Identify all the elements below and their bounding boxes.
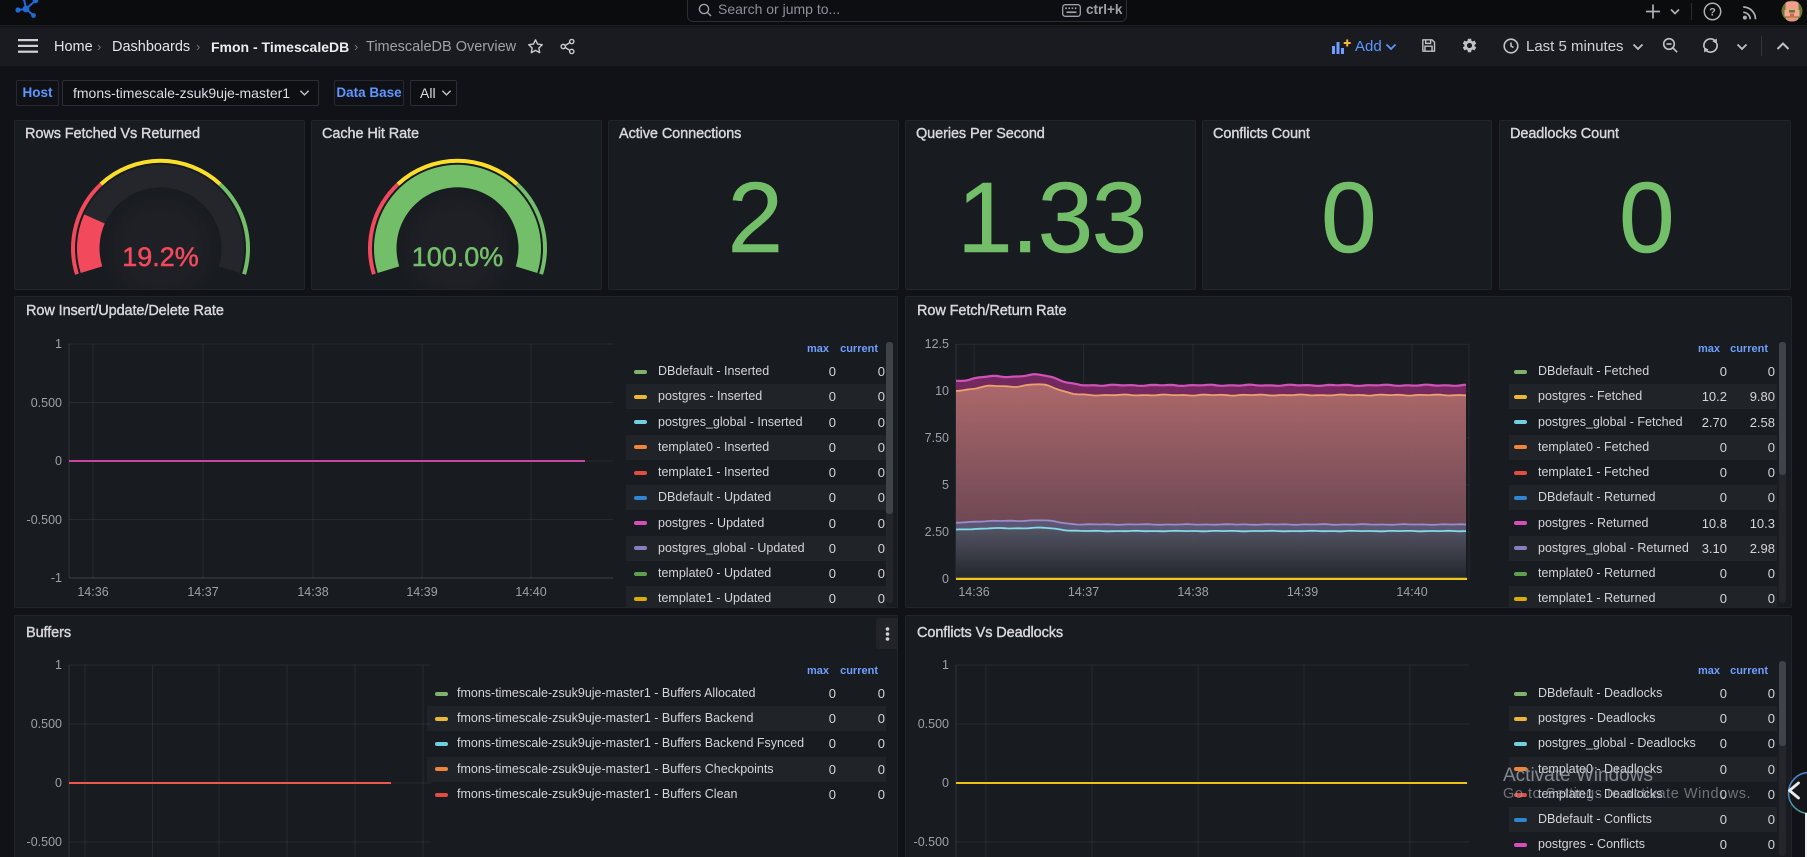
svg-text:?: ? xyxy=(1709,6,1716,18)
